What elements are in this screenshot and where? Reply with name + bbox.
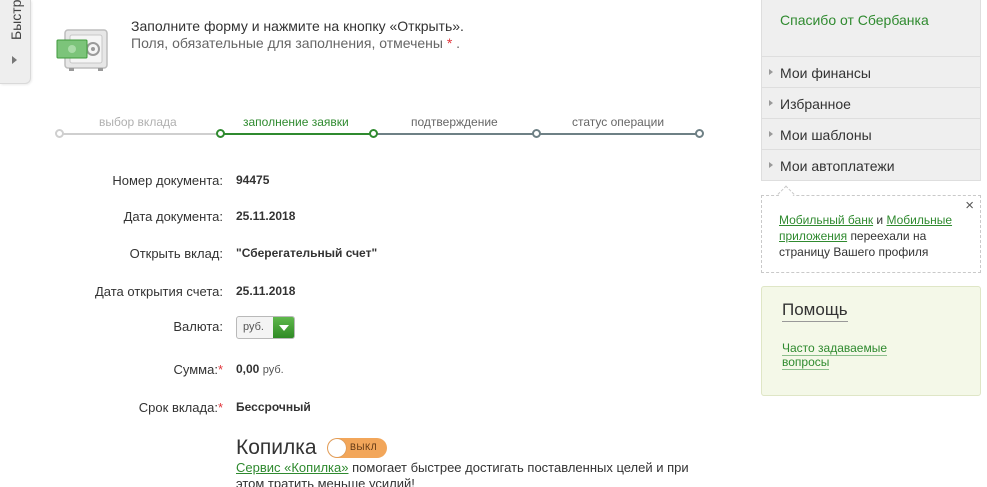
sidebar-item-finances[interactable]: Мои финансы <box>761 57 981 88</box>
step-fill-application: заполнение заявки <box>243 115 349 129</box>
amount-label-text: Сумма: <box>173 362 218 377</box>
doc-number-label: Номер документа: <box>112 173 223 188</box>
term-label: Срок вклада:* <box>139 400 223 415</box>
step-confirmation: подтверждение <box>411 115 498 129</box>
sidebar-item-label: Мои финансы <box>780 65 871 81</box>
currency-select[interactable]: руб. <box>236 316 295 339</box>
step-dot <box>55 129 64 138</box>
toggle-knob <box>328 439 346 457</box>
form-row-term: Срок вклада:* Бессрочный <box>0 400 720 420</box>
form-row-deposit: Открыть вклад: "Сберегательный счет" <box>0 246 720 266</box>
form-instructions: Заполните форму и нажмите на кнопку «Отк… <box>131 18 464 52</box>
doc-date-label: Дата документа: <box>123 209 223 224</box>
progress-segment <box>373 133 536 135</box>
notice-and: и <box>876 213 884 227</box>
required-note-end: . <box>456 35 461 51</box>
sidebar-item-favorites[interactable]: Избранное <box>761 88 981 119</box>
kopilka-description: Сервис «Копилка» помогает быстрее достиг… <box>236 460 706 487</box>
step-dot <box>369 129 378 138</box>
required-asterisk: * <box>446 35 453 51</box>
required-asterisk: * <box>217 362 223 377</box>
deposit-label: Открыть вклад: <box>129 246 223 261</box>
term-label-text: Срок вклада: <box>138 400 218 415</box>
currency-value: руб. <box>243 321 264 333</box>
progress-segment <box>220 133 373 135</box>
chevron-right-icon <box>12 56 17 64</box>
form-row-currency: Валюта: <box>0 319 720 339</box>
open-date-value: 25.11.2018 <box>236 284 296 298</box>
currency-label: Валюта: <box>173 319 223 334</box>
amount-label: Сумма:* <box>173 362 223 377</box>
toggle-state: ВЫКЛ <box>350 442 378 452</box>
sidebar-item-label: Мои шаблоны <box>780 127 872 143</box>
open-date-label: Дата открытия счета: <box>94 284 223 299</box>
quick-access-label: Быстр <box>8 0 24 40</box>
step-operation-status: статус операции <box>572 115 665 129</box>
help-title[interactable]: Помощь <box>782 300 848 322</box>
mobile-bank-link[interactable]: Мобильный банк <box>779 213 873 227</box>
amount-value[interactable]: 0,00 руб. <box>236 362 284 376</box>
sidebar-menu: Мои финансы Избранное Мои шаблоны Мои ав… <box>761 57 981 181</box>
step-choose-deposit: выбор вклада <box>99 115 177 129</box>
term-value: Бессрочный <box>236 400 311 414</box>
step-dot <box>532 129 541 138</box>
progress-segment <box>536 133 699 135</box>
doc-number-value: 94475 <box>236 173 270 187</box>
doc-date-value: 25.11.2018 <box>236 209 296 223</box>
deposit-value: "Сберегательный счет" <box>236 246 378 260</box>
amount-number: 0,00 <box>236 362 260 376</box>
required-note: Поля, обязательные для заполнения, отмеч… <box>131 35 464 52</box>
spasibo-link[interactable]: Спасибо от Сбербанка <box>780 12 929 28</box>
step-dot <box>216 129 225 138</box>
form-row-open-date: Дата открытия счета: 25.11.2018 <box>0 284 720 304</box>
kopilka-toggle[interactable]: ВЫКЛ <box>327 438 387 458</box>
amount-unit: руб. <box>262 364 284 376</box>
mobile-bank-notice: × Мобильный банк и Мобильные приложения … <box>761 195 981 273</box>
triangle-right-icon <box>769 100 773 106</box>
triangle-right-icon <box>769 69 773 75</box>
form-row-doc-number: Номер документа: 94475 <box>0 173 720 193</box>
progress-segment <box>59 133 220 135</box>
chevron-down-icon[interactable] <box>273 317 294 338</box>
sidebar-item-templates[interactable]: Мои шаблоны <box>761 119 981 150</box>
progress-steps: выбор вклада заполнение заявки подтвержд… <box>55 115 705 145</box>
notice-text: Мобильный банк и Мобильные приложения пе… <box>779 212 969 260</box>
sidebar-item-label: Избранное <box>780 96 851 112</box>
sidebar-item-label: Мои автоплатежи <box>780 158 895 174</box>
triangle-right-icon <box>769 162 773 168</box>
quick-access-tab[interactable]: Быстр <box>0 0 31 84</box>
instruction-line: Заполните форму и нажмите на кнопку «Отк… <box>131 18 464 34</box>
spasibo-block[interactable]: Спасибо от Сбербанка <box>761 0 981 57</box>
help-block: Помощь Часто задаваемые вопросы <box>761 286 981 396</box>
faq-label: Часто задаваемые вопросы <box>782 341 888 370</box>
required-note-text: Поля, обязательные для заполнения, отмеч… <box>131 35 443 51</box>
step-dot <box>695 129 704 138</box>
kopilka-title: Копилка <box>236 436 317 459</box>
triangle-right-icon <box>769 131 773 137</box>
safe-icon <box>56 29 108 71</box>
required-asterisk: * <box>217 400 223 415</box>
form-row-amount: Сумма:* 0,00 руб. <box>0 362 720 382</box>
form-row-doc-date: Дата документа: 25.11.2018 <box>0 209 720 229</box>
faq-link[interactable]: Часто задаваемые вопросы <box>782 341 902 370</box>
sidebar-item-autopayments[interactable]: Мои автоплатежи <box>761 150 981 181</box>
kopilka-service-link[interactable]: Сервис «Копилка» <box>236 460 348 475</box>
